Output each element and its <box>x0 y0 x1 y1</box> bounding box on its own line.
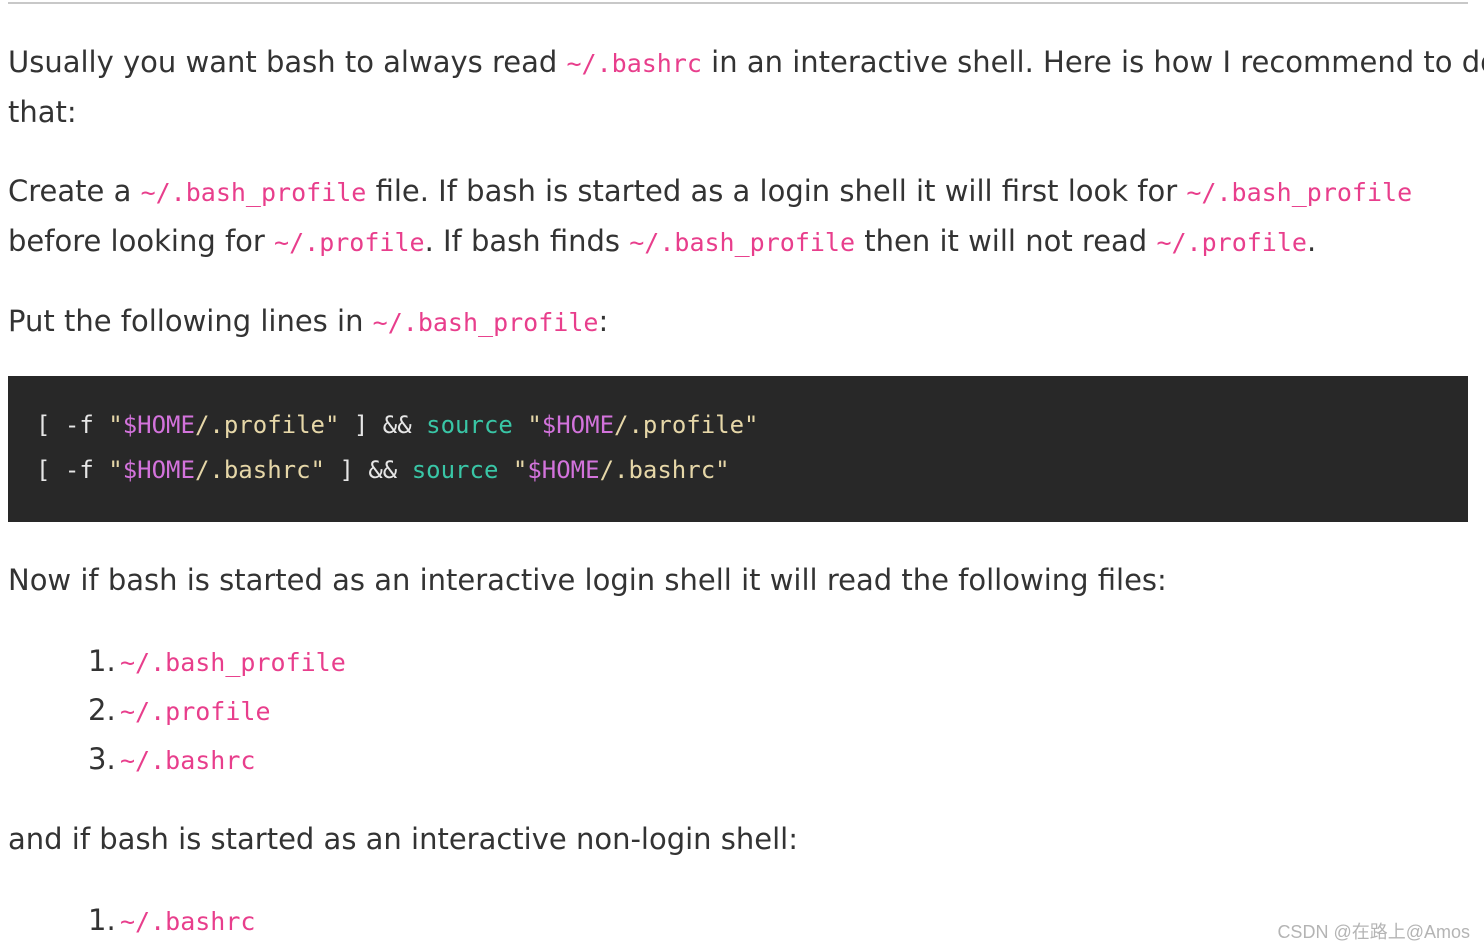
inline-code-profile: ~/.profile <box>1156 228 1307 257</box>
code-token: $HOME <box>122 411 195 439</box>
text: that: <box>8 95 77 129</box>
code-token: [ -f <box>36 456 109 484</box>
inline-code-bashrc: ~/.bashrc <box>566 49 702 78</box>
text: : <box>598 304 609 338</box>
code-token: /.bashrc" <box>194 456 325 484</box>
text: . <box>1306 224 1317 258</box>
paragraph-intro: Usually you want bash to always read ~/.… <box>8 38 1484 137</box>
code-token: ] && <box>325 456 412 484</box>
code-token: /.profile" <box>194 411 340 439</box>
code-token: " <box>527 411 542 439</box>
code-token: $HOME <box>541 411 615 439</box>
code-token: source <box>426 411 513 439</box>
inline-code-bash-profile: ~/.bash_profile <box>120 648 346 677</box>
code-line-2: [ -f "$HOME/.bashrc" ] && source "$HOME/… <box>36 448 730 493</box>
text: Usually you want bash to always read <box>8 45 567 79</box>
paragraph-nonlogin-shell: and if bash is started as an interactive… <box>8 822 798 856</box>
inline-code-bashrc: ~/.bashrc <box>120 907 256 936</box>
code-token: $HOME <box>527 456 600 484</box>
list-number: 1. <box>88 903 116 937</box>
text: Create a <box>8 174 141 208</box>
code-token: " <box>512 456 528 484</box>
list-item: 2. ~/.profile <box>88 686 271 736</box>
code-line-1: [ -f "$HOME/.profile" ] && source "$HOME… <box>36 403 759 448</box>
paragraph-login-shell: Now if bash is started as an interactive… <box>8 563 1167 597</box>
code-block[interactable]: [ -f "$HOME/.profile" ] && source "$HOME… <box>8 376 1468 522</box>
inline-code-bash-profile: ~/.bash_profile <box>140 178 367 207</box>
list-number: 2. <box>88 693 116 727</box>
text: file. If bash is started as a login shel… <box>366 174 1187 208</box>
code-token: " <box>108 411 123 439</box>
inline-code-bash-profile: ~/.bash_profile <box>1186 178 1413 207</box>
code-token: /.bashrc" <box>599 456 730 484</box>
code-token: /.profile" <box>614 411 759 439</box>
code-token: [ -f <box>36 411 109 439</box>
inline-code-bash-profile: ~/.bash_profile <box>629 228 856 257</box>
code-token: ] && <box>339 411 427 439</box>
top-divider <box>8 2 1468 4</box>
text: then it will not read <box>855 224 1157 258</box>
paragraph-create-profile: Create a ~/.bash_profile file. If bash i… <box>8 167 1412 267</box>
text: in an interactive shell. Here is how I r… <box>701 45 1484 79</box>
paragraph-put-lines: Put the following lines in ~/.bash_profi… <box>8 297 608 347</box>
text: Put the following lines in <box>8 304 373 338</box>
code-token: $HOME <box>122 456 195 484</box>
inline-code-profile: ~/.profile <box>274 228 425 257</box>
text: before looking for <box>8 224 275 258</box>
list-item: 1. ~/.bashrc <box>88 896 255 946</box>
code-token: " <box>108 456 123 484</box>
code-token: source <box>411 456 499 484</box>
text: . If bash finds <box>424 224 630 258</box>
inline-code-bash-profile: ~/.bash_profile <box>372 308 599 337</box>
list-number: 1. <box>88 644 116 678</box>
watermark: CSDN @在路上@Amos <box>1277 922 1470 942</box>
list-item: 3. ~/.bashrc <box>88 735 255 785</box>
inline-code-bashrc: ~/.bashrc <box>120 746 256 775</box>
list-number: 3. <box>88 742 116 776</box>
inline-code-profile: ~/.profile <box>120 697 271 726</box>
list-item: 1. ~/.bash_profile <box>88 637 346 687</box>
